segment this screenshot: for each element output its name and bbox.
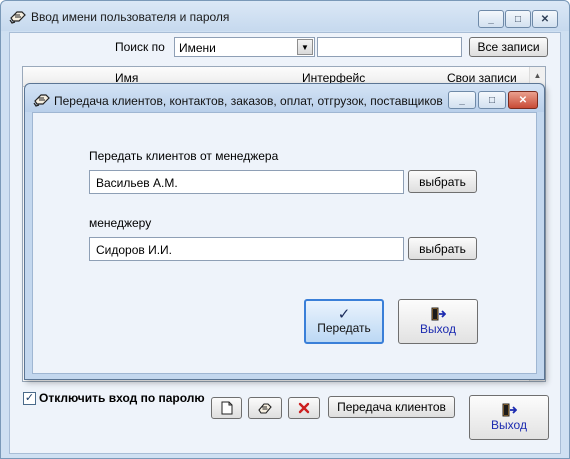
- main-title-bar[interactable]: Ввод имени пользователя и пароля _ □ ✕: [1, 1, 569, 31]
- maximize-button[interactable]: □: [505, 10, 531, 28]
- disable-password-label: Отключить вход по паролю: [39, 391, 205, 405]
- close-button[interactable]: ✕: [532, 10, 558, 28]
- dialog-exit-label: Выход: [420, 322, 456, 336]
- transfer-clients-button[interactable]: Передача клиентов: [328, 396, 455, 418]
- maximize-icon: □: [514, 13, 522, 25]
- search-field-select[interactable]: Имени ▼: [174, 37, 315, 57]
- from-manager-value: Васильев А.М.: [96, 176, 178, 190]
- from-manager-label: Передать клиентов от менеджера: [89, 149, 279, 163]
- close-icon: ✕: [518, 94, 528, 106]
- transfer-label: Передать: [317, 321, 371, 335]
- dialog-title-bar[interactable]: Передача клиентов, контактов, заказов, о…: [25, 84, 544, 112]
- chevron-down-icon[interactable]: ▼: [297, 39, 313, 55]
- to-manager-label: менеджеру: [89, 216, 152, 230]
- main-window-title: Ввод имени пользователя и пароля: [31, 10, 230, 24]
- exit-door-icon: [399, 306, 477, 322]
- dialog-maximize-button[interactable]: □: [478, 91, 506, 109]
- pencil-hand-icon: [33, 94, 50, 107]
- minimize-icon: _: [488, 13, 494, 25]
- all-records-button[interactable]: Все записи: [469, 37, 548, 57]
- exit-label: Выход: [491, 418, 527, 432]
- dialog-exit-button[interactable]: Выход: [398, 299, 478, 344]
- dialog-title: Передача клиентов, контактов, заказов, о…: [54, 94, 443, 108]
- dialog-minimize-button[interactable]: _: [448, 91, 476, 109]
- dialog-close-button[interactable]: ✕: [508, 91, 538, 109]
- dialog-content: Передать клиентов от менеджера Васильев …: [32, 112, 537, 374]
- new-document-icon: [221, 401, 232, 415]
- close-icon: ✕: [540, 13, 550, 25]
- search-field-value: Имени: [179, 41, 216, 55]
- exit-button[interactable]: Выход: [469, 395, 549, 440]
- scroll-up-icon[interactable]: ▲: [530, 67, 545, 83]
- minimize-button[interactable]: _: [478, 10, 504, 28]
- delete-record-button[interactable]: [288, 397, 320, 419]
- delete-icon: [298, 402, 310, 414]
- transfer-button[interactable]: ✓ Передать: [304, 299, 384, 344]
- choose-to-manager-button[interactable]: выбрать: [408, 237, 477, 260]
- minimize-icon: _: [459, 94, 465, 106]
- from-manager-field[interactable]: Васильев А.М.: [89, 170, 404, 194]
- pencil-hand-icon: [9, 11, 26, 24]
- to-manager-value: Сидоров И.И.: [96, 243, 173, 257]
- to-manager-field[interactable]: Сидоров И.И.: [89, 237, 404, 261]
- search-input[interactable]: [317, 37, 462, 57]
- disable-password-checkbox[interactable]: ✓: [23, 392, 36, 405]
- new-record-button[interactable]: [211, 397, 242, 419]
- choose-from-manager-button[interactable]: выбрать: [408, 170, 477, 193]
- edit-icon: [258, 403, 272, 414]
- edit-record-button[interactable]: [248, 397, 282, 419]
- transfer-dialog: Передача клиентов, контактов, заказов, о…: [24, 83, 545, 380]
- exit-door-icon: [470, 402, 548, 418]
- maximize-icon: □: [488, 94, 496, 106]
- search-by-label: Поиск по: [115, 40, 165, 54]
